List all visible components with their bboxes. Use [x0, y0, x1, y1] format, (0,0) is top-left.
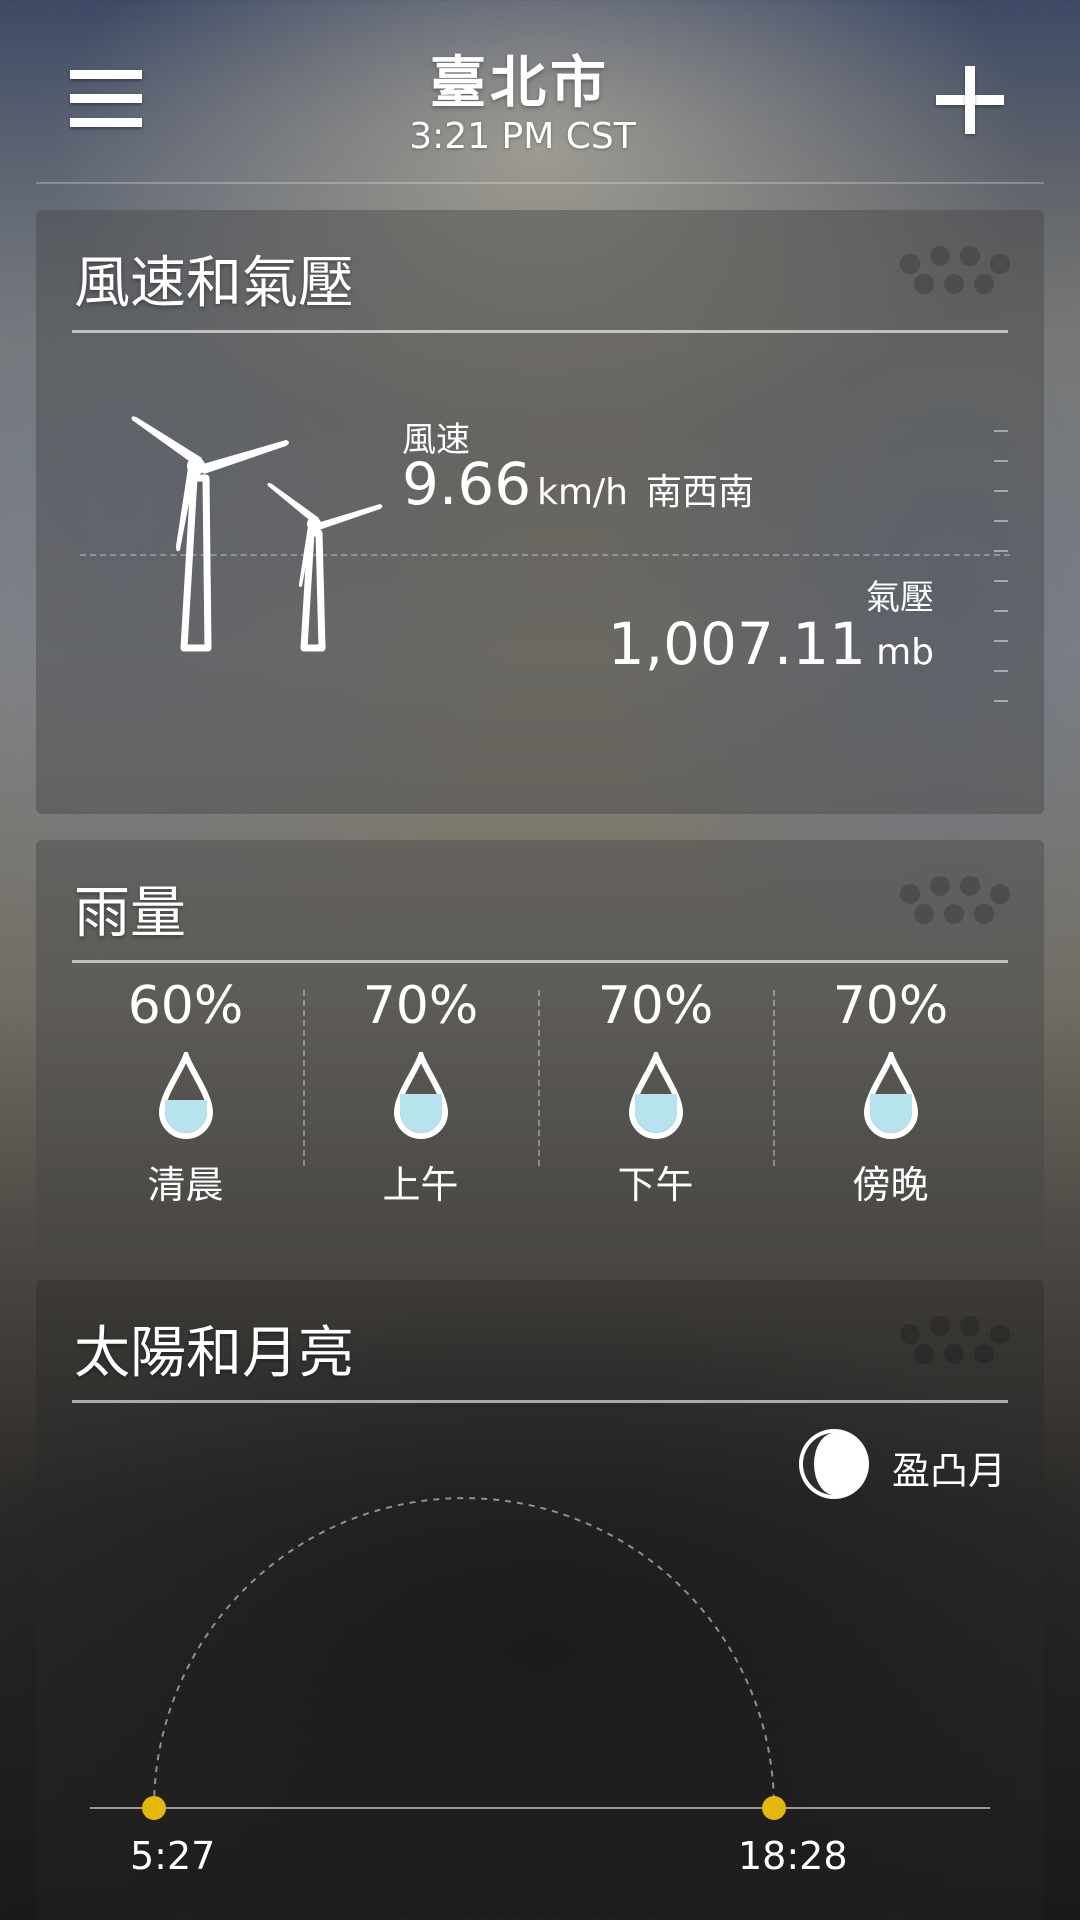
add-location-plus-icon[interactable] [936, 66, 1004, 134]
raindrop-icon [628, 1052, 684, 1139]
card-divider [72, 330, 1008, 333]
local-time: 3:21 PM CST [409, 116, 636, 157]
drag-grip-icon[interactable] [900, 246, 1012, 302]
rain-percent: 70% [832, 976, 949, 1036]
rain-period-morning: 70% 上午 [303, 976, 538, 1236]
sunrise-dot [142, 1796, 166, 1820]
rain-period-label: 上午 [382, 1163, 459, 1207]
rain-period-early-morning: 60% 清晨 [68, 976, 303, 1236]
rain-period-label: 傍晚 [852, 1163, 929, 1207]
pressure-scale [994, 430, 1008, 710]
pressure-number: 1,007.11 [607, 610, 867, 678]
rain-period-label: 清晨 [147, 1163, 224, 1207]
wind-direction: 南西南 [646, 472, 755, 513]
sunset-time: 18:28 [738, 1834, 848, 1878]
rain-percent: 70% [597, 976, 714, 1036]
city-title[interactable]: 臺北市 [0, 38, 1040, 119]
precipitation-card: 雨量 60% 清晨 70% 上午 70% 下午 70% 傍晚 [36, 840, 1044, 1254]
card-divider [72, 960, 1008, 963]
wind-pressure-card: 風速和氣壓 風速 9.66 km/h 南西南 氣壓 1,007.11 mb [36, 210, 1044, 814]
sunset-dot [762, 1796, 786, 1820]
wind-turbine-icon [131, 416, 383, 652]
sun-path-arc [90, 1497, 990, 1820]
app-header: 臺北市 3:21 PM CST [0, 0, 1080, 185]
sun-arc-path [153, 1497, 775, 1809]
wind-speed-value: 9.66 km/h 南西南 [402, 450, 754, 518]
sun-moon-card: 太陽和月亮 盈凸月 5:27 18:28 [36, 1280, 1044, 1920]
sunrise-time: 5:27 [130, 1834, 216, 1878]
pressure-unit: mb [876, 632, 934, 673]
rain-percent: 70% [362, 976, 479, 1036]
rain-period-label: 下午 [617, 1163, 694, 1207]
raindrop-icon [863, 1052, 919, 1139]
card-title-precipitation: 雨量 [74, 881, 186, 946]
raindrop-icon [393, 1052, 449, 1139]
raindrop-icon [158, 1052, 214, 1139]
rain-period-afternoon: 70% 下午 [538, 976, 773, 1236]
rain-period-evening: 70% 傍晚 [773, 976, 1008, 1236]
header-divider [36, 182, 1044, 184]
pressure-value: 1,007.11 mb [608, 610, 934, 678]
card-title-wind-pressure: 風速和氣壓 [74, 251, 354, 316]
wind-speed-number: 9.66 [402, 450, 532, 518]
drag-grip-icon[interactable] [900, 876, 1012, 932]
wind-speed-unit: km/h [537, 472, 629, 513]
rain-percent: 60% [127, 976, 244, 1036]
